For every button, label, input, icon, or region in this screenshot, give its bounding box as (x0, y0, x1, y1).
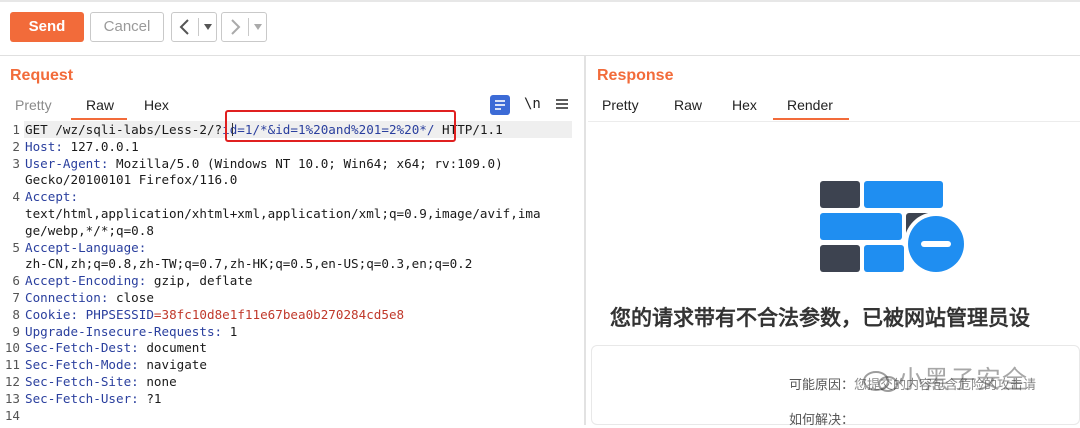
newline-toggle-icon[interactable]: \n (524, 96, 541, 112)
line-code: Accept: (25, 188, 78, 205)
line-code: Sec-Fetch-Dest: document (25, 339, 207, 356)
line-number: 6 (12, 273, 20, 289)
line-code: Connection: close (25, 289, 154, 306)
watermark-text: 小黑子安全 (862, 360, 1028, 396)
line-number: 4 (12, 189, 20, 205)
line-code: ge/webp,*/*;q=0.8 (25, 222, 154, 239)
code-token: Connection: (25, 290, 109, 305)
tab-response-raw[interactable]: Raw (674, 97, 702, 113)
tab-response-render[interactable]: Render (787, 97, 833, 113)
line-number: 8 (12, 306, 20, 322)
highlight-box (225, 110, 456, 142)
text-cursor (232, 123, 233, 136)
line-number: 13 (4, 390, 20, 406)
code-token: Sec-Fetch-Mode: (25, 357, 139, 373)
line-code: User-Agent: Mozilla/5.0 (Windows NT 10.0… (25, 155, 503, 172)
repeater-toolbar: Send Cancel (0, 3, 1080, 55)
code-token: Upgrade-Insecure-Requests: (25, 323, 223, 339)
line-number: 3 (12, 155, 20, 171)
line-number: 12 (4, 374, 20, 389)
line-code: Sec-Fetch-Site: none (25, 373, 177, 390)
code-token: 127.0.0.1 (62, 138, 139, 154)
code-token: text/html,application/xhtml+xml,applicat… (25, 206, 541, 221)
message-format-icon[interactable] (490, 95, 510, 115)
code-token: Cookie: (25, 306, 79, 322)
line-code: Accept-Language: (25, 239, 146, 256)
code-token: Accept-Encoding: (25, 273, 147, 289)
toolbar-divider (0, 55, 1080, 56)
forward-nav (221, 12, 267, 42)
line-code: zh-CN,zh;q=0.8,zh-TW;q=0.7,zh-HK;q=0.5,e… (25, 255, 472, 272)
line-code: Host: 127.0.0.1 (25, 138, 139, 155)
code-token: User-Agent: (25, 155, 109, 171)
tab-request-raw[interactable]: Raw (86, 97, 114, 113)
code-token: 1 (222, 323, 238, 339)
nav-separator (198, 18, 199, 36)
line-code: Sec-Fetch-Mode: navigate (25, 356, 207, 373)
tab-request-raw-underline (71, 118, 127, 120)
back-dropdown-icon[interactable] (200, 13, 216, 41)
code-token: gzip, deflate (146, 273, 253, 289)
code-token: Accept: (25, 189, 79, 205)
response-title: Response (597, 67, 674, 84)
reason-label: 可能原因： (789, 377, 855, 392)
line-number: 10 (4, 340, 20, 356)
tab-response-render-underline (773, 118, 849, 120)
line-code: Cookie: PHPSESSID=38fc10d8e1f11e67bea0b2… (25, 306, 404, 323)
block-message-heading: 您的请求带有不合法参数，已被网站管理员设 (610, 307, 1030, 330)
line-number: 14 (4, 407, 20, 423)
chevron-left-icon[interactable] (172, 13, 198, 41)
line-code: Sec-Fetch-User: ?1 (25, 390, 161, 407)
line-code: text/html,application/xhtml+xml,applicat… (25, 205, 541, 222)
line-number: 7 (12, 290, 20, 305)
code-token: =38fc10d8e1f11e67bea0b270284cd5e8 (153, 306, 405, 322)
line-number: 2 (12, 138, 20, 154)
chevron-right-icon[interactable] (222, 13, 248, 41)
line-number: 1 (12, 122, 20, 137)
line-code: Upgrade-Insecure-Requests: 1 (25, 323, 237, 340)
code-token: ge/webp,*/*;q=0.8 (25, 222, 154, 238)
code-token: ?1 (138, 390, 162, 406)
code-token: Mozilla/5.0 (Windows NT 10.0; Win64; x64… (108, 155, 503, 171)
wechat-icon (862, 370, 898, 393)
code-token: Host: (25, 138, 63, 154)
code-token: close (108, 290, 154, 305)
code-token: Sec-Fetch-Dest: (25, 340, 139, 356)
line-code: Gecko/20100101 Firefox/116.0 (25, 171, 237, 188)
request-editor[interactable]: 1 GET /wz/sqli-labs/Less-2/?id=1/*&id=1%2… (0, 121, 583, 425)
firewall-blocked-icon (818, 178, 970, 278)
menu-icon[interactable] (555, 97, 569, 111)
pane-splitter[interactable] (584, 56, 586, 425)
top-border (0, 0, 1080, 2)
code-token: zh-CN,zh;q=0.8,zh-TW;q=0.7,zh-HK;q=0.5,e… (25, 256, 473, 272)
tab-response-pretty[interactable]: Pretty (602, 97, 639, 113)
code-token: Gecko/20100101 Firefox/116.0 (25, 172, 238, 188)
nav-separator (248, 18, 249, 36)
back-nav (171, 12, 217, 42)
code-token: Sec-Fetch-User: (25, 390, 139, 406)
forward-dropdown-icon[interactable] (250, 13, 266, 41)
cancel-button[interactable]: Cancel (90, 12, 164, 42)
code-token: document (138, 340, 207, 356)
code-token: PHPSESSID (85, 306, 154, 322)
tab-request-hex[interactable]: Hex (144, 97, 169, 113)
send-button[interactable]: Send (10, 12, 84, 42)
request-title: Request (10, 67, 74, 84)
watermark-label: 小黑子安全 (898, 366, 1029, 394)
line-number: 11 (4, 357, 20, 373)
code-token: GET /wz/sqli-labs/Less-2/? (25, 122, 223, 137)
code-token: Accept-Language: (25, 239, 147, 255)
line-code: Accept-Encoding: gzip, deflate (25, 272, 252, 289)
line-number: 9 (12, 323, 20, 339)
code-token: Sec-Fetch-Site: (25, 374, 139, 389)
howto-label: 如何解决： (789, 412, 855, 427)
tab-response-hex[interactable]: Hex (732, 97, 757, 113)
line-number: 5 (12, 239, 20, 255)
tab-request-pretty[interactable]: Pretty (15, 97, 52, 113)
code-token: none (138, 374, 177, 389)
code-token: navigate (138, 357, 207, 373)
